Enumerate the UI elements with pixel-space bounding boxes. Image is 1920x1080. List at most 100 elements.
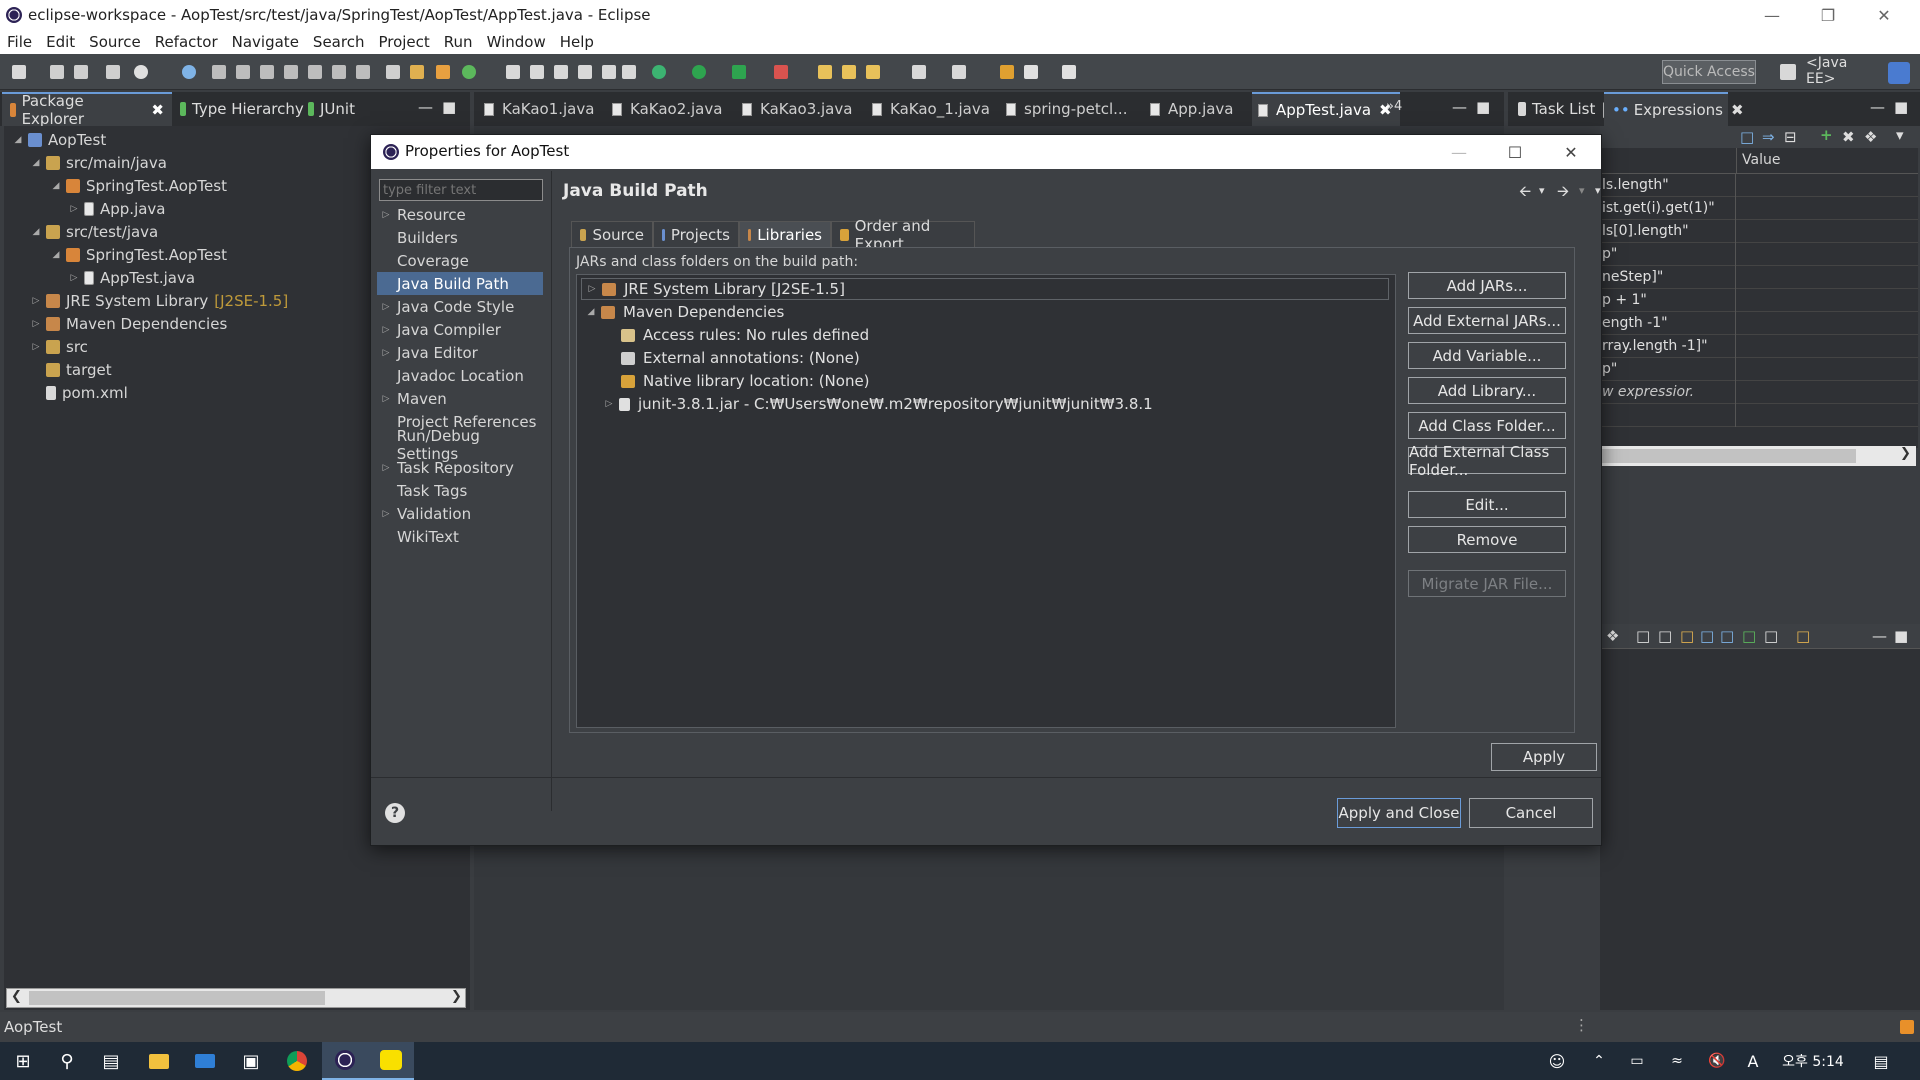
close-icon[interactable]: ✖ [1731, 101, 1744, 119]
clear-icon[interactable]: □ [1636, 627, 1650, 645]
search-icon[interactable]: ⚲ [44, 1042, 90, 1080]
quick-access-input[interactable]: Quick Access [1662, 60, 1756, 84]
tab-spring-petclinic[interactable]: spring-petcl... [1000, 92, 1140, 126]
tab-projects[interactable]: Projects [653, 221, 739, 247]
open-console-icon[interactable]: □ [1796, 627, 1810, 645]
collapsed-twisty-icon[interactable]: ▷ [68, 273, 80, 283]
nav-java-editor[interactable]: ▷ Java Editor [377, 341, 543, 364]
menu-search[interactable]: Search [306, 30, 372, 54]
remove-button[interactable]: Remove [1408, 526, 1566, 553]
store-icon[interactable]: ▣ [228, 1042, 274, 1080]
nav-coverage[interactable]: Coverage [377, 249, 543, 272]
tab-kakao1[interactable]: KaKao1.java [478, 92, 602, 126]
show-on-error-icon[interactable]: □ [1720, 627, 1734, 645]
tab-type-hierarchy[interactable]: Type Hierarchy [172, 92, 312, 126]
add-library-button[interactable]: Add Library... [1408, 377, 1566, 404]
open-project-icon[interactable] [842, 65, 856, 79]
nav-validation[interactable]: ▷ Validation [377, 502, 543, 525]
add-external-class-folder-button[interactable]: Add External Class Folder... [1408, 443, 1566, 479]
collapsed-twisty-icon[interactable]: ▷ [603, 399, 615, 409]
annotation-icon[interactable] [602, 65, 616, 79]
new-java-package-icon[interactable] [436, 65, 450, 79]
new-icon[interactable] [12, 65, 26, 79]
back-arrow-icon[interactable] [1000, 65, 1014, 79]
nav-builders[interactable]: Builders [377, 226, 543, 249]
package-explorer-hscrollbar[interactable]: ❮ ❯ [6, 988, 466, 1008]
tab-expressions[interactable]: •• Expressions ✖ [1604, 92, 1744, 126]
minimize-view-icon[interactable]: — [1452, 98, 1467, 116]
step-return-icon[interactable] [356, 65, 370, 79]
minimize-icon[interactable]: — [1744, 0, 1800, 30]
library-attr-native-location[interactable]: Native library location: (None) [621, 370, 870, 392]
remove-expression-icon[interactable]: ✖ [1842, 128, 1855, 146]
tree-item[interactable]: pom.xml [30, 381, 128, 404]
expanded-twisty-icon[interactable]: ◢ [30, 227, 42, 237]
tab-app[interactable]: App.java [1144, 92, 1248, 126]
resume-icon[interactable] [212, 65, 226, 79]
coverage-icon[interactable] [652, 65, 666, 79]
expression-row[interactable]: p + 1" [1600, 288, 1918, 312]
display-console-icon[interactable]: □ [1764, 627, 1778, 645]
step-over-icon[interactable] [332, 65, 346, 79]
expanded-twisty-icon[interactable]: ◢ [12, 135, 24, 145]
open-type-icon[interactable] [506, 65, 520, 79]
external-tools-icon[interactable] [732, 65, 746, 79]
tree-item[interactable]: target [30, 358, 112, 381]
run-icon[interactable] [692, 65, 706, 79]
scroll-right-icon[interactable]: ❯ [451, 989, 462, 1004]
mail-icon[interactable] [182, 1042, 228, 1080]
nav-java-build-path[interactable]: Java Build Path [377, 272, 543, 295]
java-perspective-icon[interactable] [1888, 62, 1910, 84]
last-edit-icon[interactable] [912, 65, 926, 79]
library-attr-access-rules[interactable]: Access rules: No rules defined [621, 324, 869, 346]
collapsed-twisty-icon[interactable]: ▷ [379, 210, 393, 220]
menu-source[interactable]: Source [82, 30, 148, 54]
remove-all-icon[interactable]: ❖ [1606, 627, 1619, 645]
nav-task-repository[interactable]: ▷ Task Repository [377, 456, 543, 479]
remove-all-expressions-icon[interactable]: ❖ [1864, 128, 1877, 146]
tab-overflow[interactable]: »4 [1386, 99, 1402, 114]
tree-item[interactable]: ▷ AppTest.java [68, 266, 196, 289]
tab-apptest[interactable]: AppTest.java ✖ [1252, 92, 1400, 126]
add-jars-button[interactable]: Add JARs... [1408, 272, 1566, 299]
clock[interactable]: 오후 5:14 [1778, 1042, 1848, 1080]
new-java-class-icon[interactable] [462, 65, 476, 79]
library-item-jre[interactable]: ▷ JRE System Library [J2SE-1.5] [581, 278, 1389, 300]
expression-row[interactable]: neStep]" [1600, 265, 1918, 289]
scrollbar-thumb[interactable] [1602, 449, 1856, 463]
apply-and-close-button[interactable]: Apply and Close [1337, 798, 1461, 828]
apply-button[interactable]: Apply [1491, 743, 1597, 771]
save-all-icon[interactable] [74, 65, 88, 79]
menu-refactor[interactable]: Refactor [148, 30, 225, 54]
library-item-junit[interactable]: ▷ junit-3.8.1.jar - C:₩Users₩one₩.m2₩rep… [603, 393, 1153, 415]
add-external-jars-button[interactable]: Add External JARs... [1408, 307, 1566, 334]
tree-item[interactable]: ▷ JRE System Library [J2SE-1.5] [30, 289, 289, 312]
cancel-button[interactable]: Cancel [1469, 798, 1593, 828]
save-icon[interactable] [50, 65, 64, 79]
minimize-view-icon[interactable]: — [1870, 98, 1885, 116]
pin-icon[interactable] [952, 65, 966, 79]
help-icon[interactable]: ? [385, 803, 405, 823]
collapsed-twisty-icon[interactable]: ▷ [379, 509, 393, 519]
maximize-icon[interactable]: ☐ [1487, 135, 1543, 169]
console-area[interactable] [1600, 648, 1920, 1010]
disconnect-icon[interactable] [284, 65, 298, 79]
scroll-left-icon[interactable]: ❮ [11, 989, 22, 1004]
tree-item[interactable]: ◢ src/test/java [30, 220, 159, 243]
print-icon[interactable] [106, 65, 120, 79]
minimize-view-icon[interactable]: — [1872, 627, 1887, 645]
expression-row[interactable]: p" [1600, 242, 1918, 266]
task-view-icon[interactable]: ▤ [88, 1042, 134, 1080]
kakaotalk-icon[interactable] [368, 1042, 414, 1080]
maximize-view-icon[interactable]: ■ [442, 98, 456, 116]
menu-help[interactable]: Help [553, 30, 601, 54]
maximize-view-icon[interactable]: ■ [1894, 98, 1908, 116]
tree-item[interactable]: ▷ App.java [68, 197, 166, 220]
menu-file[interactable]: File [0, 30, 39, 54]
collapsed-twisty-icon[interactable]: ▷ [30, 342, 42, 352]
show-on-output-icon[interactable]: □ [1700, 627, 1714, 645]
library-attr-external-annotations[interactable]: External annotations: (None) [621, 347, 860, 369]
expanded-twisty-icon[interactable]: ◢ [585, 307, 597, 317]
menu-run[interactable]: Run [437, 30, 480, 54]
use-step-filters-icon[interactable] [410, 65, 424, 79]
